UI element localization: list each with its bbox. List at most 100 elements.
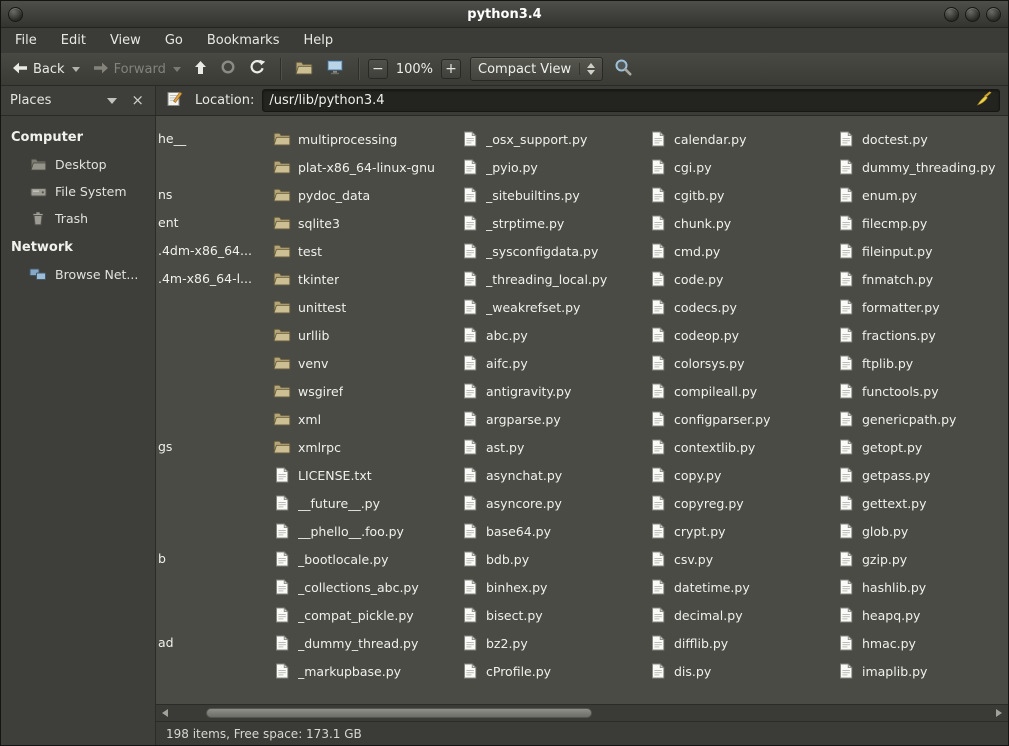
- stop-button[interactable]: [215, 56, 241, 82]
- file-item-ast-py[interactable]: ast.py: [461, 433, 647, 461]
- file-item-hmac-py[interactable]: hmac.py: [837, 629, 1008, 657]
- file-item-crypt-py[interactable]: crypt.py: [649, 517, 835, 545]
- file-item-decimal-py[interactable]: decimal.py: [649, 601, 835, 629]
- file-item-getopt-py[interactable]: getopt.py: [837, 433, 1008, 461]
- file-item-unittest[interactable]: unittest: [273, 293, 459, 321]
- file-item-argparse-py[interactable]: argparse.py: [461, 405, 647, 433]
- file-item-dis-py[interactable]: dis.py: [649, 657, 835, 685]
- file-item-strptime-py[interactable]: _strptime.py: [461, 209, 647, 237]
- refresh-button[interactable]: [244, 56, 271, 82]
- file-item-copy-py[interactable]: copy.py: [649, 461, 835, 489]
- file-item-dummy-thread-py[interactable]: _dummy_thread.py: [273, 629, 459, 657]
- file-item-formatter-py[interactable]: formatter.py: [837, 293, 1008, 321]
- file-item-gzip-py[interactable]: gzip.py: [837, 545, 1008, 573]
- file-item-fnmatch-py[interactable]: fnmatch.py: [837, 265, 1008, 293]
- menu-view[interactable]: View: [98, 28, 153, 53]
- file-item-sitebuiltins-py[interactable]: _sitebuiltins.py: [461, 181, 647, 209]
- file-item-fileinput-py[interactable]: fileinput.py: [837, 237, 1008, 265]
- sidebar-item-desktop[interactable]: Desktop: [1, 151, 155, 178]
- menu-help[interactable]: Help: [291, 28, 345, 53]
- file-item-license-txt[interactable]: LICENSE.txt: [273, 461, 459, 489]
- new-folder-button[interactable]: [290, 57, 318, 82]
- file-item-getpass-py[interactable]: getpass.py: [837, 461, 1008, 489]
- file-item-binhex-py[interactable]: binhex.py: [461, 573, 647, 601]
- file-item-tkinter[interactable]: tkinter: [273, 265, 459, 293]
- file-item-sysconfigdata-py[interactable]: _sysconfigdata.py: [461, 237, 647, 265]
- file-item-clipped[interactable]: .4m-x86_64-l...: [158, 265, 252, 293]
- forward-button[interactable]: Forward: [88, 57, 186, 82]
- file-item-datetime-py[interactable]: datetime.py: [649, 573, 835, 601]
- file-item-clipped[interactable]: gs: [158, 433, 172, 461]
- file-item-base64-py[interactable]: base64.py: [461, 517, 647, 545]
- file-item-colorsys-py[interactable]: colorsys.py: [649, 349, 835, 377]
- file-item-cmd-py[interactable]: cmd.py: [649, 237, 835, 265]
- file-item-hashlib-py[interactable]: hashlib.py: [837, 573, 1008, 601]
- file-item-bisect-py[interactable]: bisect.py: [461, 601, 647, 629]
- scroll-left-icon[interactable]: [157, 705, 173, 721]
- file-item-code-py[interactable]: code.py: [649, 265, 835, 293]
- file-item-difflib-py[interactable]: difflib.py: [649, 629, 835, 657]
- menu-bookmarks[interactable]: Bookmarks: [195, 28, 292, 53]
- file-item-bz2-py[interactable]: bz2.py: [461, 629, 647, 657]
- file-item-genericpath-py[interactable]: genericpath.py: [837, 405, 1008, 433]
- file-item-asyncore-py[interactable]: asyncore.py: [461, 489, 647, 517]
- file-item-cgitb-py[interactable]: cgitb.py: [649, 181, 835, 209]
- horizontal-scrollbar[interactable]: [156, 704, 1008, 721]
- file-item-weakrefset-py[interactable]: _weakrefset.py: [461, 293, 647, 321]
- location-input[interactable]: [269, 93, 976, 108]
- desktop-button[interactable]: [321, 56, 349, 82]
- file-item-phello-foo-py[interactable]: __phello__.foo.py: [273, 517, 459, 545]
- file-item-collections-abc-py[interactable]: _collections_abc.py: [273, 573, 459, 601]
- sidebar-item-file-system[interactable]: File System: [1, 178, 155, 205]
- file-item-clipped[interactable]: ns: [158, 181, 172, 209]
- file-item-fractions-py[interactable]: fractions.py: [837, 321, 1008, 349]
- file-item-osx-support-py[interactable]: _osx_support.py: [461, 125, 647, 153]
- file-item-imaplib-py[interactable]: imaplib.py: [837, 657, 1008, 685]
- menu-go[interactable]: Go: [153, 28, 195, 53]
- window-menu-button[interactable]: [8, 7, 23, 22]
- file-item-codeop-py[interactable]: codeop.py: [649, 321, 835, 349]
- file-item-asynchat-py[interactable]: asynchat.py: [461, 461, 647, 489]
- back-button[interactable]: Back: [7, 57, 85, 82]
- file-item-functools-py[interactable]: functools.py: [837, 377, 1008, 405]
- file-item-codecs-py[interactable]: codecs.py: [649, 293, 835, 321]
- file-item-chunk-py[interactable]: chunk.py: [649, 209, 835, 237]
- edit-location-button[interactable]: [164, 88, 187, 114]
- file-item-wsgiref[interactable]: wsgiref: [273, 377, 459, 405]
- file-item-bdb-py[interactable]: bdb.py: [461, 545, 647, 573]
- file-item-contextlib-py[interactable]: contextlib.py: [649, 433, 835, 461]
- file-item-copyreg-py[interactable]: copyreg.py: [649, 489, 835, 517]
- scroll-right-icon[interactable]: [991, 705, 1007, 721]
- places-dropdown-icon[interactable]: [107, 98, 117, 104]
- file-item-clipped[interactable]: ad: [158, 629, 174, 657]
- file-item-urllib[interactable]: urllib: [273, 321, 459, 349]
- close-sidebar-icon[interactable]: ×: [129, 93, 146, 108]
- file-item-pydoc-data[interactable]: pydoc_data: [273, 181, 459, 209]
- file-item-test[interactable]: test: [273, 237, 459, 265]
- file-item-markupbase-py[interactable]: _markupbase.py: [273, 657, 459, 685]
- file-item-future-py[interactable]: __future__.py: [273, 489, 459, 517]
- file-item-cgi-py[interactable]: cgi.py: [649, 153, 835, 181]
- file-item-filecmp-py[interactable]: filecmp.py: [837, 209, 1008, 237]
- close-button[interactable]: [986, 7, 1001, 22]
- file-item-calendar-py[interactable]: calendar.py: [649, 125, 835, 153]
- up-button[interactable]: [189, 57, 212, 82]
- sidebar-item-trash[interactable]: Trash: [1, 205, 155, 232]
- zoom-out-button[interactable]: −: [368, 59, 388, 79]
- search-button[interactable]: [614, 58, 633, 80]
- file-item-configparser-py[interactable]: configparser.py: [649, 405, 835, 433]
- file-item-threading-local-py[interactable]: _threading_local.py: [461, 265, 647, 293]
- file-item-abc-py[interactable]: abc.py: [461, 321, 647, 349]
- file-item-gettext-py[interactable]: gettext.py: [837, 489, 1008, 517]
- menu-file[interactable]: File: [3, 28, 49, 53]
- file-pane[interactable]: multiprocessingplat-x86_64-linux-gnupydo…: [156, 116, 1008, 704]
- sidebar-item-browse-net[interactable]: Browse Net...: [1, 261, 155, 288]
- file-item-antigravity-py[interactable]: antigravity.py: [461, 377, 647, 405]
- file-item-compileall-py[interactable]: compileall.py: [649, 377, 835, 405]
- file-item-csv-py[interactable]: csv.py: [649, 545, 835, 573]
- file-item-clipped[interactable]: b: [158, 545, 166, 573]
- file-item-clipped[interactable]: ent: [158, 209, 179, 237]
- file-item-ftplib-py[interactable]: ftplib.py: [837, 349, 1008, 377]
- file-item-enum-py[interactable]: enum.py: [837, 181, 1008, 209]
- file-item-compat-pickle-py[interactable]: _compat_pickle.py: [273, 601, 459, 629]
